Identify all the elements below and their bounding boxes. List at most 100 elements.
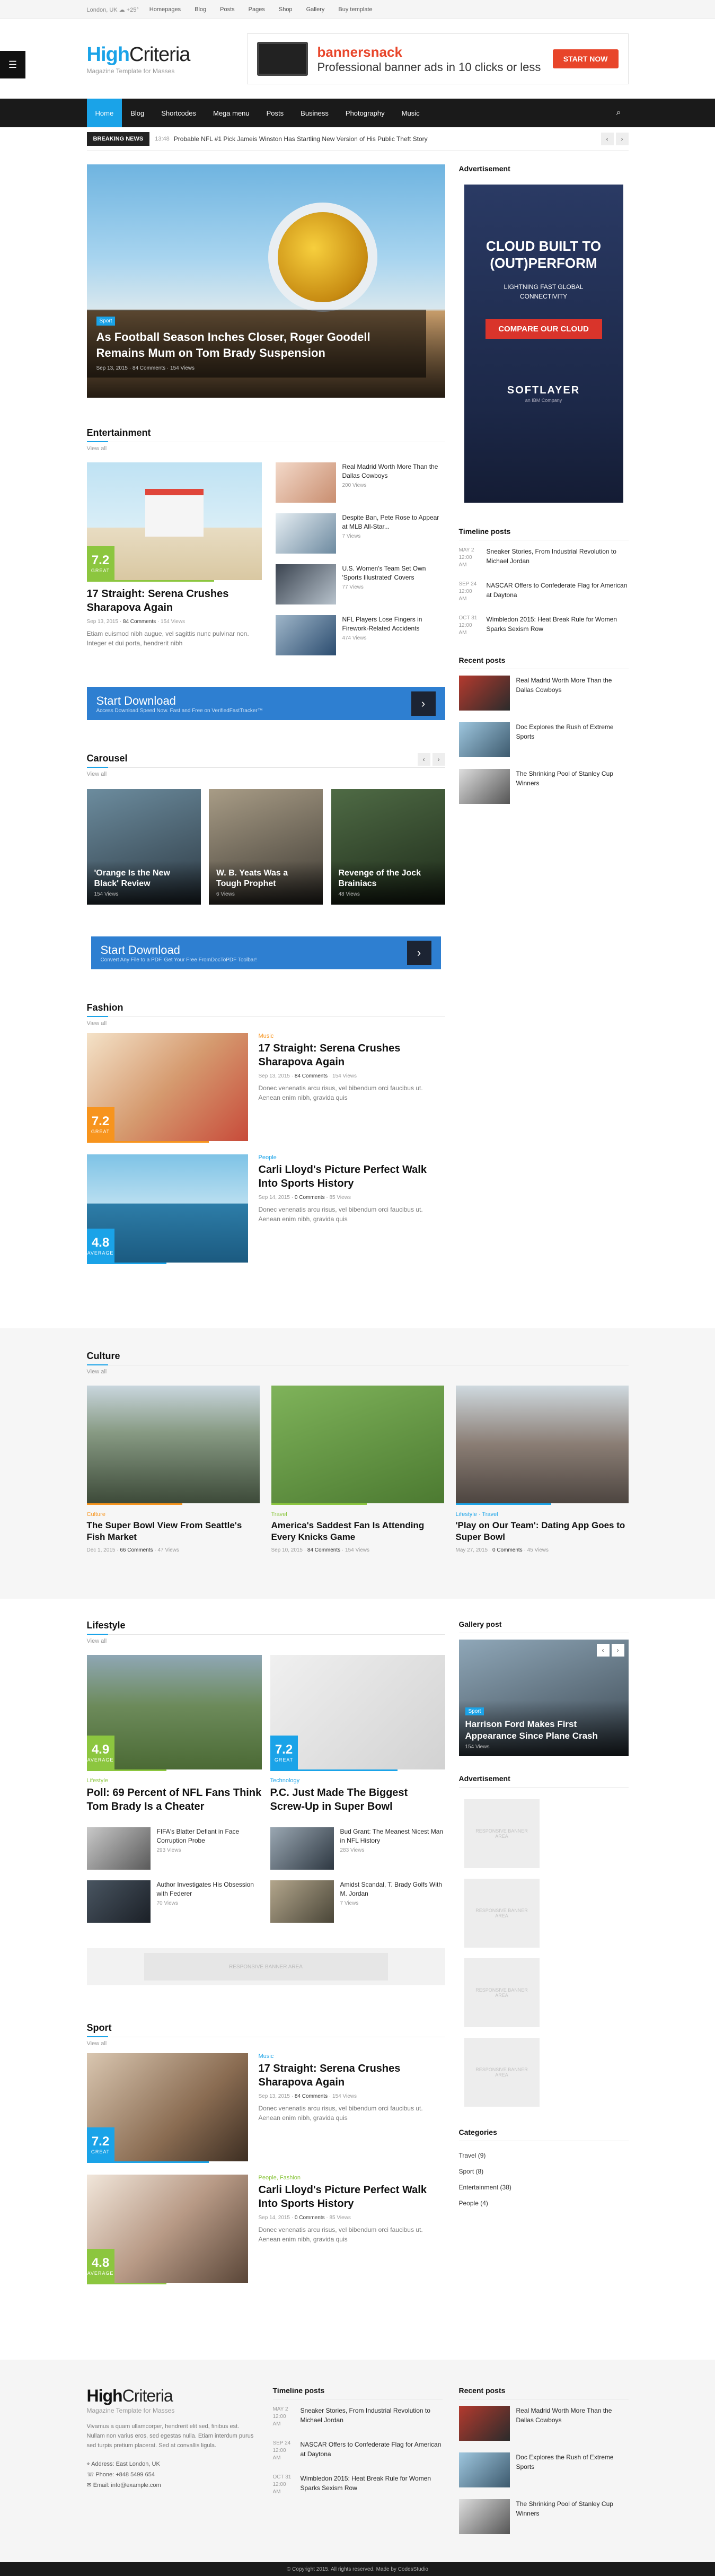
post-comments[interactable]: 84 Comments	[307, 1547, 340, 1553]
post-comments[interactable]: 84 Comments	[295, 1073, 328, 1079]
post-title[interactable]: 'Play on Our Team': Dating App Goes to S…	[456, 1520, 629, 1543]
category-link[interactable]: Entertainment (38)	[459, 2179, 629, 2195]
gallery-prev-icon[interactable]: ‹	[596, 1644, 610, 1657]
timeline-item-title[interactable]: NASCAR Offers to Confederate Flag for Am…	[301, 2440, 443, 2459]
post-category[interactable]: Culture	[87, 1511, 260, 1518]
nav-shortcodes[interactable]: Shortcodes	[153, 99, 205, 127]
footer-email[interactable]: Email: info@example.com	[93, 2482, 161, 2489]
list-item-title[interactable]: U.S. Women's Team Set Own 'Sports Illust…	[342, 564, 445, 582]
list-item-title[interactable]: NFL Players Lose Fingers in Firework-Rel…	[342, 615, 445, 633]
post-category[interactable]: Lifestyle	[87, 1777, 262, 1784]
logo[interactable]: HighCriteria Magazine Template for Masse…	[87, 43, 191, 75]
recent-post-title[interactable]: Doc Explores the Rush of Extreme Sports	[516, 2452, 629, 2472]
gallery-next-icon[interactable]: ›	[611, 1644, 624, 1657]
post-title[interactable]: 17 Straight: Serena Crushes Sharapova Ag…	[259, 1041, 445, 1069]
post-category[interactable]: Music	[259, 2053, 445, 2060]
recent-post-title[interactable]: The Shrinking Pool of Stanley Cup Winner…	[516, 2499, 629, 2518]
category-link[interactable]: Travel (9)	[459, 2148, 629, 2163]
featured-title[interactable]: As Football Season Inches Closer, Roger …	[96, 329, 417, 361]
arrow-right-icon[interactable]: ›	[407, 941, 431, 965]
post-category[interactable]: Technology	[270, 1777, 445, 1784]
carousel-item[interactable]: Revenge of the Jock Brainiacs 48 Views	[331, 789, 445, 905]
list-item[interactable]: Amidst Scandal, T. Brady Golfs With M. J…	[270, 1880, 445, 1923]
lifestyle-view-all[interactable]: View all	[87, 1638, 445, 1644]
entertainment-view-all[interactable]: View all	[87, 445, 445, 452]
top-link-pages[interactable]: Pages	[245, 6, 268, 13]
list-item[interactable]: FIFA's Blatter Defiant in Face Corruptio…	[86, 1827, 262, 1870]
breaking-headline[interactable]: Probable NFL #1 Pick Jameis Winston Has …	[174, 135, 428, 143]
ad-compare-button[interactable]: COMPARE OUR CLOUD	[485, 319, 602, 339]
gallery-post[interactable]: ‹ › Sport Harrison Ford Makes First Appe…	[458, 1640, 629, 1756]
culture-card[interactable]: Lifestyle · Travel 'Play on Our Team': D…	[455, 1386, 629, 1553]
recent-post[interactable]: Real Madrid Worth More Than the Dallas C…	[458, 676, 629, 711]
ad-start-button[interactable]: START NOW	[552, 49, 619, 68]
responsive-banner[interactable]: RESPONSIVE BANNER AREA	[86, 1948, 445, 1985]
ad-box[interactable]: RESPONSIVE BANNER AREA	[464, 1879, 540, 1948]
ad-box[interactable]: RESPONSIVE BANNER AREA	[464, 2038, 540, 2107]
post-category[interactable]: People, Fashion	[259, 2175, 445, 2181]
featured-comments[interactable]: 84 Comments	[133, 365, 165, 371]
post-category[interactable]: Travel	[271, 1511, 444, 1518]
post-comments[interactable]: 0 Comments	[295, 1195, 325, 1201]
post-title[interactable]: Carli Lloyd's Picture Perfect Walk Into …	[259, 1163, 445, 1190]
carousel-item-title[interactable]: Revenge of the Jock Brainiacs	[339, 868, 438, 889]
carousel-item[interactable]: W. B. Yeats Was a Tough Prophet 6 Views	[209, 789, 323, 905]
top-link-buy[interactable]: Buy template	[335, 6, 375, 13]
category-link[interactable]: Sport (8)	[459, 2163, 629, 2179]
post-comments[interactable]: 84 Comments	[295, 2093, 328, 2099]
download-ad-1[interactable]: Start Download Access Download Speed Now…	[86, 687, 445, 720]
carousel-item-title[interactable]: W. B. Yeats Was a Tough Prophet	[216, 868, 315, 889]
fashion-image-1[interactable]: 7.2 GREAT	[86, 1033, 248, 1141]
post-title[interactable]: 17 Straight: Serena Crushes Sharapova Ag…	[259, 2062, 445, 2089]
header-banner-ad[interactable]: bannersnack Professional banner ads in 1…	[246, 33, 629, 84]
list-item[interactable]: Bud Grant: The Meanest Nicest Man in NFL…	[270, 1827, 445, 1870]
category-link[interactable]: People (4)	[459, 2195, 629, 2211]
nav-mega-menu[interactable]: Mega menu	[205, 99, 258, 127]
sport-view-all[interactable]: View all	[87, 2040, 445, 2047]
gallery-post-title[interactable]: Harrison Ford Makes First Appearance Sin…	[465, 1719, 622, 1742]
lifestyle-card[interactable]: 7.2 GREAT Technology P.C. Just Made The …	[270, 1655, 445, 1813]
carousel-item[interactable]: 'Orange Is the New Black' Review 154 Vie…	[86, 789, 201, 905]
timeline-item[interactable]: SEP 24 12:00 AM NASCAR Offers to Confeder…	[459, 581, 629, 603]
sidebar-ad-banner[interactable]: CLOUD BUILT TO (OUT)PERFORM LIGHTNING FA…	[464, 185, 623, 503]
list-item-title[interactable]: Amidst Scandal, T. Brady Golfs With M. J…	[340, 1880, 445, 1898]
entertainment-main-image[interactable]: 7.2 GREAT	[86, 462, 262, 580]
culture-card[interactable]: Travel America's Saddest Fan Is Attendin…	[271, 1386, 444, 1553]
post-category[interactable]: People	[259, 1154, 445, 1161]
lifestyle-card[interactable]: 4.9 AVERAGE Lifestyle Poll: 69 Percent o…	[86, 1655, 262, 1813]
top-link-blog[interactable]: Blog	[191, 6, 209, 13]
post-comments[interactable]: 0 Comments	[295, 2215, 325, 2221]
nav-home[interactable]: Home	[86, 99, 122, 127]
recent-post-title[interactable]: Doc Explores the Rush of Extreme Sports	[516, 722, 629, 741]
recent-post[interactable]: The Shrinking Pool of Stanley Cup Winner…	[458, 2499, 629, 2534]
prev-arrow-icon[interactable]: ‹	[601, 132, 614, 145]
post-title[interactable]: P.C. Just Made The Biggest Screw-Up in S…	[270, 1786, 445, 1813]
timeline-item-title[interactable]: Sneaker Stories, From Industrial Revolut…	[301, 2406, 443, 2425]
arrow-right-icon[interactable]: ›	[411, 691, 436, 716]
sport-image-2[interactable]: 4.8 AVERAGE	[86, 2175, 248, 2283]
featured-post[interactable]: Sport As Football Season Inches Closer, …	[86, 164, 445, 398]
carousel-next-icon[interactable]: ›	[432, 753, 445, 766]
next-arrow-icon[interactable]: ›	[615, 132, 629, 145]
post-title[interactable]: Poll: 69 Percent of NFL Fans Think Tom B…	[87, 1786, 262, 1813]
recent-post[interactable]: Doc Explores the Rush of Extreme Sports	[458, 2452, 629, 2487]
top-link-homepages[interactable]: Homepages	[146, 6, 184, 13]
nav-posts[interactable]: Posts	[258, 99, 293, 127]
timeline-item[interactable]: SEP 24 12:00 AM NASCAR Offers to Confeder…	[273, 2440, 443, 2462]
fashion-view-all[interactable]: View all	[87, 1020, 445, 1027]
timeline-item-title[interactable]: Wimbledon 2015: Heat Break Rule for Wome…	[487, 615, 629, 634]
recent-post[interactable]: Real Madrid Worth More Than the Dallas C…	[458, 2406, 629, 2441]
list-item-title[interactable]: Despite Ban, Pete Rose to Appear at MLB …	[342, 513, 445, 531]
list-item[interactable]: Author Investigates His Obsession with F…	[86, 1880, 262, 1923]
culture-card[interactable]: Culture The Super Bowl View From Seattle…	[86, 1386, 260, 1553]
sport-image-1[interactable]: 7.2 GREAT	[86, 2053, 248, 2161]
search-icon[interactable]: ⌕	[616, 108, 629, 118]
nav-photography[interactable]: Photography	[337, 99, 393, 127]
timeline-item[interactable]: MAY 2 12:00 AM Sneaker Stories, From Indu…	[273, 2406, 443, 2428]
timeline-item[interactable]: OCT 31 12:00 AM Wimbledon 2015: Heat Brea…	[273, 2474, 443, 2496]
timeline-item-title[interactable]: Wimbledon 2015: Heat Break Rule for Wome…	[301, 2474, 443, 2493]
ad-box[interactable]: RESPONSIVE BANNER AREA	[464, 1958, 540, 2027]
recent-post[interactable]: Doc Explores the Rush of Extreme Sports	[458, 722, 629, 757]
list-item-title[interactable]: FIFA's Blatter Defiant in Face Corruptio…	[157, 1827, 262, 1845]
post-comments[interactable]: 84 Comments	[123, 619, 156, 625]
